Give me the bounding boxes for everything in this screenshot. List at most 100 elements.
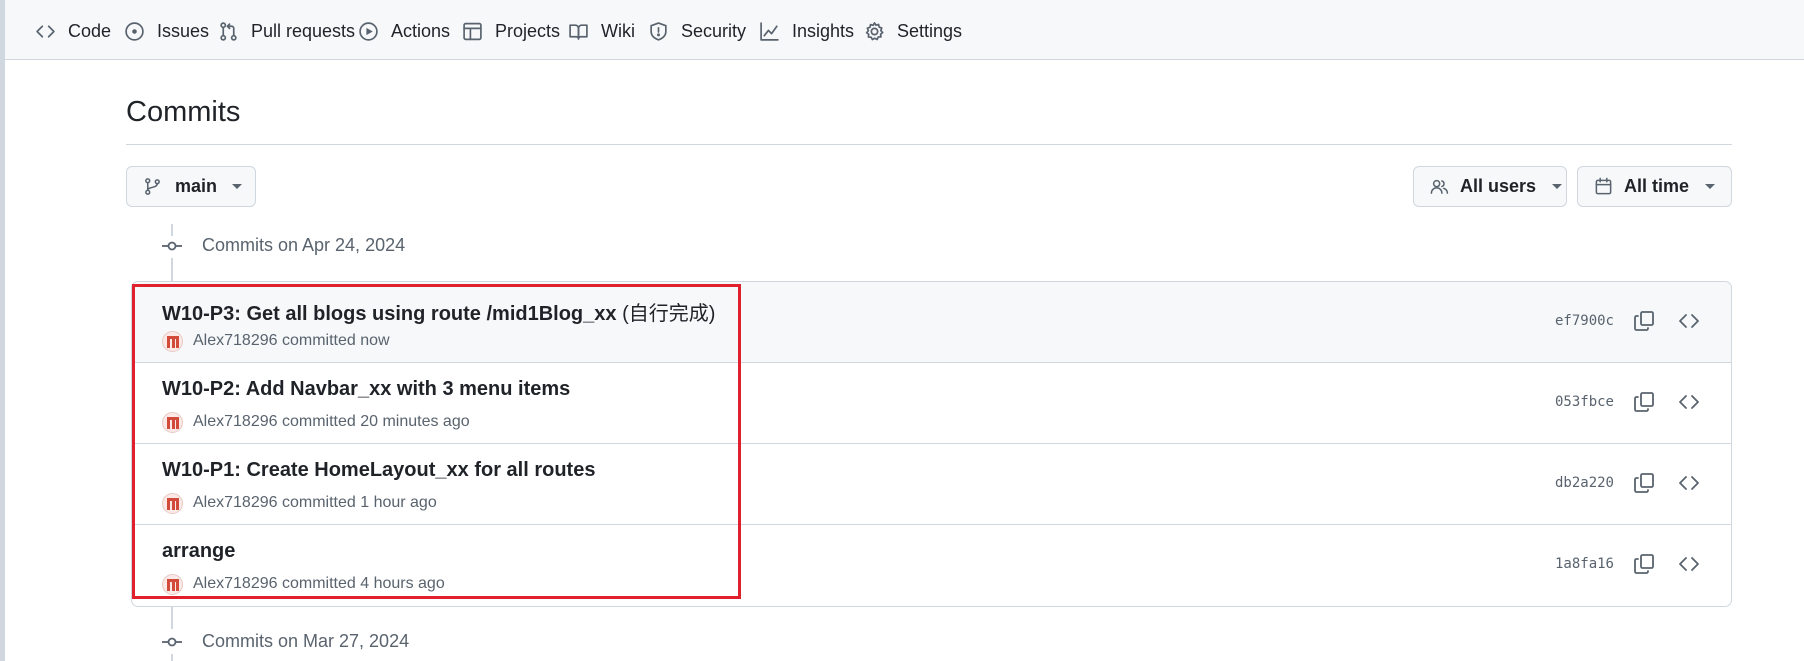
commit-title: W10-P2: Add Navbar_xx with 3 menu items: [162, 378, 571, 400]
code-icon: [36, 24, 55, 38]
tab-projects[interactable]: Projects: [462, 14, 560, 48]
commit-row[interactable]: W10-P2: Add Navbar_xx with 3 menu items …: [132, 363, 1731, 444]
browse-repo-button[interactable]: [1677, 309, 1701, 333]
users-filter-button[interactable]: All users: [1413, 166, 1567, 207]
tab-wiki[interactable]: Wiki: [568, 14, 635, 48]
commit-time: now: [360, 332, 390, 349]
commit-row[interactable]: W10-P3: Get all blogs using route /mid1B…: [132, 282, 1731, 363]
tab-settings-label: Settings: [897, 20, 963, 41]
avatar[interactable]: [162, 330, 183, 352]
copy-sha-button[interactable]: [1632, 309, 1656, 333]
commit-title-link[interactable]: W10-P2: Add Navbar_xx with 3 menu items: [162, 378, 570, 401]
page-title: Commits: [126, 96, 241, 128]
commit-meta: Alex718296 committed 20 minutes ago: [162, 411, 470, 433]
avatar[interactable]: [162, 411, 183, 433]
branch-select-button[interactable]: main: [126, 166, 256, 207]
tab-actions-label: Actions: [391, 20, 451, 41]
commit-author-link[interactable]: Alex718296: [193, 575, 278, 593]
tab-security[interactable]: Security: [648, 14, 746, 48]
commit-sha-link[interactable]: 053fbce: [1555, 394, 1614, 410]
commit-meta: Alex718296 committed 4 hours ago: [162, 573, 445, 595]
tab-issues-label: Issues: [157, 20, 210, 41]
time-filter-button[interactable]: All time: [1577, 166, 1732, 207]
tab-actions[interactable]: Actions: [358, 14, 450, 48]
page: Code Issues Pull requests Actions Projec…: [0, 0, 1804, 661]
chevron-down-icon: [1705, 184, 1716, 189]
tab-wiki-label: Wiki: [601, 20, 635, 41]
tab-pull-requests-label: Pull requests: [251, 20, 356, 41]
branch-select-label: main: [175, 176, 218, 196]
copy-sha-button[interactable]: [1632, 471, 1656, 495]
commit-time: 4 hours ago: [360, 575, 445, 592]
book-icon: [569, 23, 588, 40]
commit-author-link[interactable]: Alex718296: [193, 413, 278, 431]
copy-icon: [1634, 311, 1654, 331]
tab-security-label: Security: [681, 20, 747, 41]
timeline-line: [171, 258, 173, 281]
commit-row[interactable]: W10-P1: Create HomeLayout_xx for all rou…: [132, 444, 1731, 525]
play-icon: [359, 21, 378, 41]
copy-icon: [1634, 473, 1654, 493]
commit-sha-link[interactable]: 1a8fa16: [1555, 556, 1614, 572]
repo-nav: Code Issues Pull requests Actions Projec…: [5, 0, 1804, 60]
tab-insights[interactable]: Insights: [759, 14, 854, 48]
timeline-line: [171, 654, 173, 661]
commit-row[interactable]: arrange Alex718296 committed 4 hours ago…: [132, 525, 1731, 606]
commit-sha-link[interactable]: db2a220: [1555, 475, 1614, 491]
commit-meta: Alex718296 committed 1 hour ago: [162, 492, 437, 514]
tab-settings[interactable]: Settings: [864, 14, 962, 48]
browse-repo-button[interactable]: [1677, 390, 1701, 414]
git-pull-request-icon: [220, 21, 237, 41]
commit-action-text: committed: [281, 413, 356, 430]
chevron-down-icon: [232, 184, 243, 189]
code-icon: [1679, 476, 1699, 490]
commit-author-link[interactable]: Alex718296: [193, 332, 278, 350]
timeline-line: [171, 224, 173, 236]
commit-action-text: committed: [281, 575, 356, 592]
tab-code[interactable]: Code: [35, 14, 111, 48]
commit-title-link[interactable]: W10-P1: Create HomeLayout_xx for all rou…: [162, 459, 595, 482]
gear-icon: [865, 21, 884, 40]
commit-time: 20 minutes ago: [360, 413, 470, 430]
timeline-line: [171, 607, 173, 629]
commit-group-heading: Commits on Mar 27, 2024: [202, 631, 410, 651]
git-commit-icon: [162, 236, 182, 256]
commit-group-heading: Commits on Apr 24, 2024: [202, 235, 406, 255]
title-divider: [126, 144, 1732, 145]
issue-opened-icon: [125, 21, 144, 41]
commit-title-link[interactable]: arrange: [162, 540, 235, 563]
copy-icon: [1634, 392, 1654, 412]
commit-title: W10-P1: Create HomeLayout_xx for all rou…: [162, 459, 596, 481]
users-filter-label: All users: [1460, 176, 1537, 196]
browse-repo-button[interactable]: [1677, 552, 1701, 576]
avatar[interactable]: [162, 573, 183, 595]
copy-sha-button[interactable]: [1632, 552, 1656, 576]
tab-pull-requests[interactable]: Pull requests: [218, 14, 355, 48]
table-icon: [463, 22, 482, 40]
copy-sha-button[interactable]: [1632, 390, 1656, 414]
copy-icon: [1634, 554, 1654, 574]
git-commit-icon: [162, 632, 182, 652]
browse-repo-button[interactable]: [1677, 471, 1701, 495]
commit-list: W10-P3: Get all blogs using route /mid1B…: [131, 281, 1732, 607]
tab-code-label: Code: [68, 20, 112, 41]
commit-author-link[interactable]: Alex718296: [193, 494, 278, 512]
chevron-down-icon: [1552, 184, 1563, 189]
calendar-icon: [1595, 177, 1612, 195]
code-icon: [1679, 314, 1699, 328]
tab-issues[interactable]: Issues: [124, 14, 209, 48]
people-icon: [1430, 179, 1449, 194]
commit-title: W10-P3: Get all blogs using route /mid1B…: [162, 303, 617, 325]
time-filter-label: All time: [1624, 176, 1690, 196]
commit-title: arrange: [162, 540, 236, 562]
avatar[interactable]: [162, 492, 183, 514]
code-icon: [1679, 395, 1699, 409]
graph-icon: [760, 21, 779, 41]
commit-meta: Alex718296 committed now: [162, 330, 390, 352]
git-branch-icon: [145, 178, 160, 195]
tab-insights-label: Insights: [792, 20, 855, 41]
commit-sha-link[interactable]: ef7900c: [1555, 313, 1614, 329]
commit-title-link[interactable]: W10-P3: Get all blogs using route /mid1B…: [162, 297, 715, 326]
code-icon: [1679, 557, 1699, 571]
shield-icon: [650, 21, 667, 41]
